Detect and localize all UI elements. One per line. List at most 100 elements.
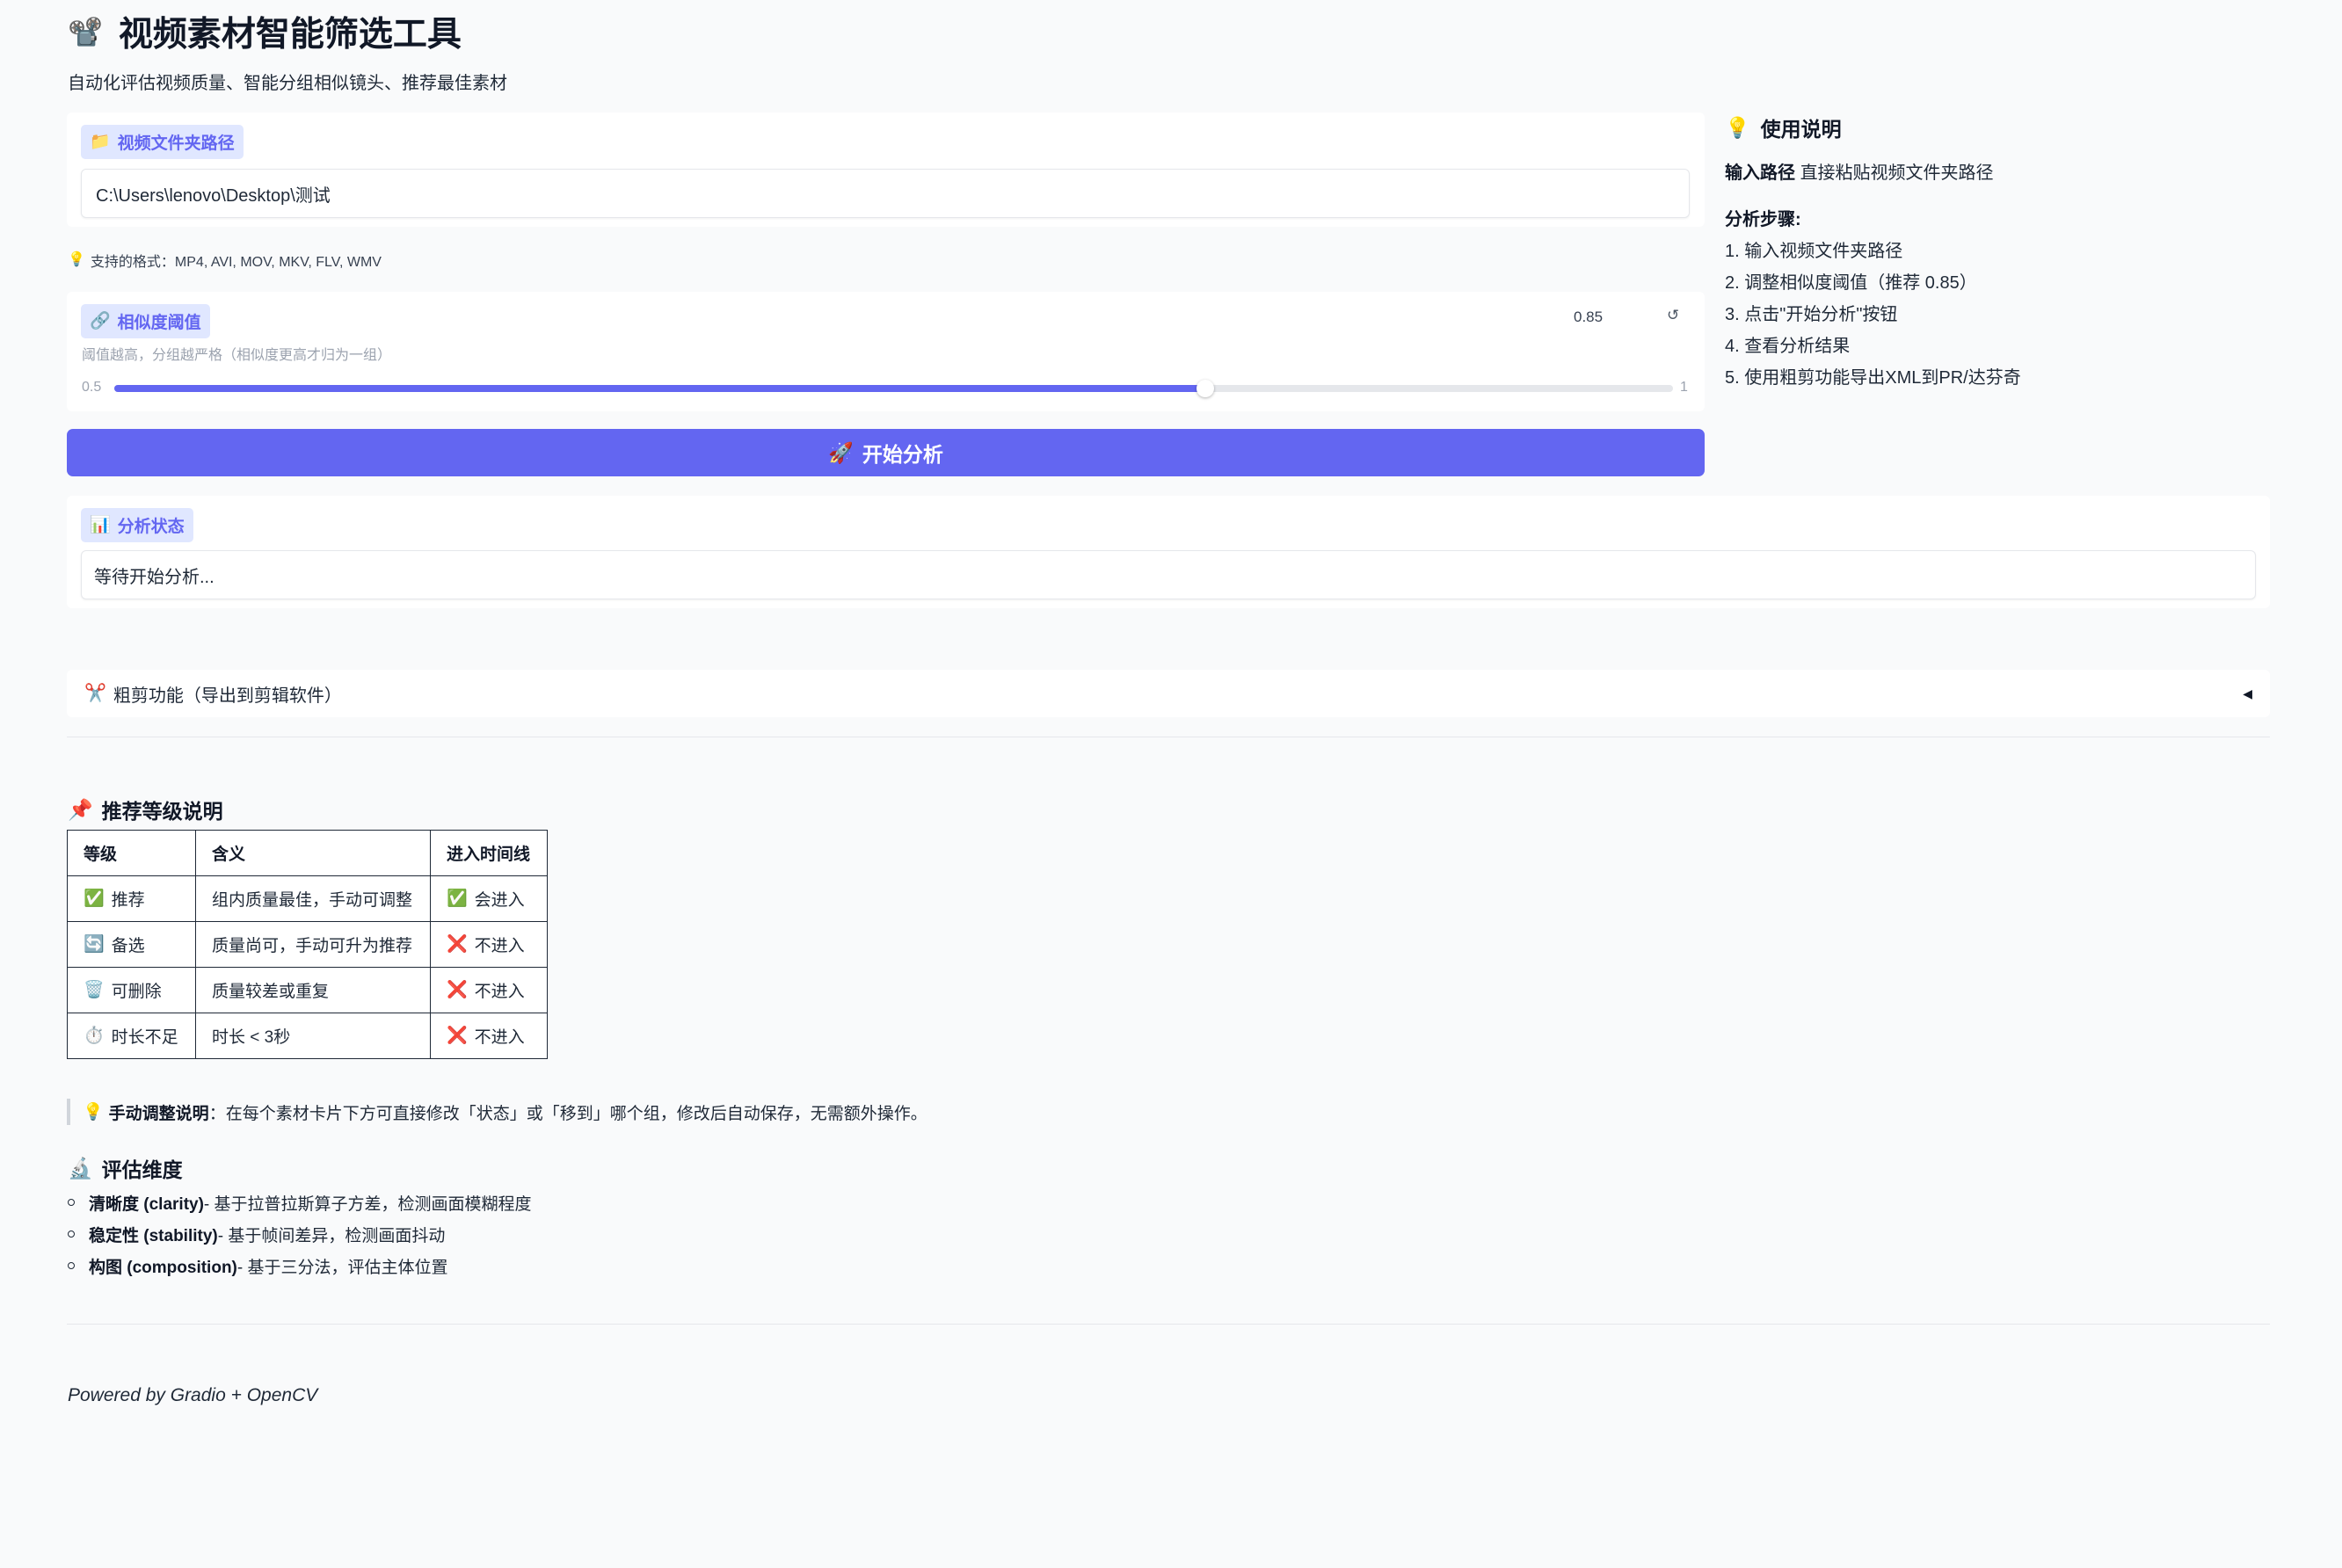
- footer-credit: Powered by Gradio + OpenCV: [68, 1385, 318, 1405]
- timeline-cell: ❌ 不进入: [430, 967, 548, 1013]
- column-header: 等级: [67, 830, 196, 876]
- grade-text: 时长不足: [111, 1028, 178, 1047]
- timeline-text: 不进入: [474, 983, 525, 1001]
- link-icon: 🔗: [90, 312, 111, 330]
- supported-formats-text: 支持的格式：MP4, AVI, MOV, MKV, FLV, WMV: [90, 255, 382, 270]
- timeline-text: 会进入: [474, 891, 525, 910]
- slider-thumb[interactable]: [1196, 380, 1215, 397]
- dimension-name: 稳定性 (stability): [89, 1226, 218, 1245]
- cross-mark-icon: ❌: [447, 981, 468, 999]
- usage-steps-title: 分析步骤:: [1725, 205, 1801, 230]
- meaning-cell: 质量较差或重复: [195, 967, 431, 1013]
- manual-adjust-note: 💡 手动调整说明：在每个素材卡片下方可直接修改「状态」或「移到」哪个组，修改后自…: [67, 1099, 927, 1125]
- list-item: 清晰度 (clarity) - 基于拉普拉斯算子方差，检测画面模糊程度: [68, 1187, 532, 1218]
- list-item: 稳定性 (stability) - 基于帧间差异，检测画面抖动: [68, 1218, 532, 1250]
- app-page: 📽️ 视频素材智能筛选工具 自动化评估视频质量、智能分组相似镜头、推荐最佳素材 …: [0, 0, 2342, 1568]
- supported-formats-hint: 💡 支持的格式：MP4, AVI, MOV, MKV, FLV, WMV: [68, 250, 382, 271]
- bullet: [68, 1199, 75, 1206]
- chevron-left-icon[interactable]: ◀: [2243, 686, 2252, 701]
- usage-title-text: 使用说明: [1760, 118, 1842, 141]
- pushpin-icon: 📌: [68, 797, 93, 821]
- rocket-icon: 🚀: [828, 440, 854, 464]
- similarity-slider[interactable]: [114, 380, 1673, 397]
- rough-cut-label: 粗剪功能（导出到剪辑软件）: [113, 686, 342, 706]
- slider-min-label: 0.5: [82, 380, 102, 395]
- bullet: [68, 1230, 75, 1238]
- similarity-value[interactable]: 0.85: [1574, 309, 1603, 326]
- bullet: [68, 1262, 75, 1269]
- slider-max-label: 1: [1680, 380, 1688, 395]
- dimensions-title: 🔬 评估维度: [68, 1153, 183, 1183]
- folder-path-label: 📁 视频文件夹路径: [81, 125, 244, 159]
- manual-note-text: ：在每个素材卡片下方可直接修改「状态」或「移到」哪个组，修改后自动保存，无需额外…: [208, 1104, 927, 1123]
- lightbulb-icon: 💡: [83, 1102, 104, 1122]
- timeline-text: 不进入: [474, 937, 525, 955]
- slider-fill: [114, 385, 1206, 392]
- dimension-desc: - 基于拉普拉斯算子方差，检测画面模糊程度: [203, 1194, 532, 1214]
- folder-icon: 📁: [90, 133, 111, 151]
- page-subtitle: 自动化评估视频质量、智能分组相似镜头、推荐最佳素材: [68, 74, 507, 93]
- table-row: ✅ 推荐 组内质量最佳，手动可调整 ✅ 会进入: [67, 875, 548, 922]
- divider: [67, 1324, 2270, 1325]
- check-mark-icon: ✅: [84, 889, 105, 908]
- folder-path-field[interactable]: [81, 169, 1690, 218]
- usage-step: 5. 使用粗剪功能导出XML到PR/达芬奇: [1725, 368, 2021, 388]
- grade-cell: ⏱️ 时长不足: [67, 1013, 196, 1059]
- cross-mark-icon: ❌: [447, 935, 468, 954]
- column-header: 进入时间线: [430, 830, 548, 876]
- similarity-info: 阈值越高，分组越严格（相似度更高才归为一组）: [82, 348, 392, 363]
- column-header: 含义: [195, 830, 431, 876]
- status-block: 📊 分析状态 等待开始分析...: [67, 496, 2270, 608]
- usage-title: 💡 使用说明: [1725, 113, 1842, 142]
- usage-step: 4. 查看分析结果: [1725, 337, 1851, 356]
- status-output: 等待开始分析...: [81, 550, 2256, 599]
- usage-step: 2. 调整相似度阈值（推荐 0.85）: [1725, 273, 1977, 293]
- usage-steps-title-text: 分析步骤:: [1725, 210, 1801, 229]
- status-label-text: 分析状态: [117, 518, 185, 536]
- grade-text: 备选: [111, 937, 145, 955]
- start-analysis-button[interactable]: 🚀 开始分析: [67, 429, 1705, 476]
- grade-text: 推荐: [111, 891, 145, 910]
- timeline-cell: ❌ 不进入: [430, 921, 548, 968]
- grades-title: 📌 推荐等级说明: [68, 795, 223, 824]
- status-label: 📊 分析状态: [81, 508, 193, 542]
- rough-cut-accordion[interactable]: ✂️ 粗剪功能（导出到剪辑软件） ◀: [67, 670, 2270, 717]
- dimension-name: 构图 (composition): [89, 1258, 237, 1277]
- grade-text: 可删除: [111, 983, 162, 1001]
- usage-input-path-bold: 输入路径: [1725, 163, 1795, 183]
- start-analysis-label: 开始分析: [862, 443, 943, 466]
- grade-cell: 🔄 备选: [67, 921, 196, 968]
- reset-icon[interactable]: ↺: [1667, 307, 1679, 324]
- page-header: 📽️ 视频素材智能筛选工具: [68, 7, 462, 56]
- lightbulb-icon: 💡: [68, 252, 85, 267]
- timeline-text: 不进入: [474, 1028, 525, 1047]
- list-item: 构图 (composition) - 基于三分法，评估主体位置: [68, 1250, 532, 1281]
- similarity-label-text: 相似度阈值: [117, 314, 201, 332]
- dimension-desc: - 基于三分法，评估主体位置: [236, 1258, 448, 1277]
- dimensions-title-text: 评估维度: [101, 1158, 183, 1181]
- microscope-icon: 🔬: [68, 1156, 93, 1180]
- dimension-desc: - 基于帧间差异，检测画面抖动: [217, 1226, 446, 1245]
- trash-icon: 🗑️: [84, 981, 105, 999]
- folder-path-block: 📁 视频文件夹路径: [67, 113, 1705, 227]
- table-row: 🔄 备选 质量尚可，手动可升为推荐 ❌ 不进入: [67, 921, 548, 968]
- meaning-cell: 质量尚可，手动可升为推荐: [195, 921, 431, 968]
- refresh-icon: 🔄: [84, 935, 105, 954]
- folder-path-input[interactable]: [94, 182, 1689, 205]
- usage-input-path: 输入路径 直接粘贴视频文件夹路径: [1725, 158, 1994, 184]
- film-projector-icon: 📽️: [68, 16, 103, 47]
- dimensions-list: 清晰度 (clarity) - 基于拉普拉斯算子方差，检测画面模糊程度 稳定性 …: [68, 1187, 532, 1281]
- usage-step: 3. 点击"开始分析"按钮: [1725, 305, 1898, 324]
- usage-step: 1. 输入视频文件夹路径: [1725, 242, 1903, 261]
- grade-cell: ✅ 推荐: [67, 875, 196, 922]
- table-row: ⏱️ 时长不足 时长 < 3秒 ❌ 不进入: [67, 1013, 548, 1059]
- manual-note-bold: 手动调整说明: [108, 1104, 209, 1123]
- check-mark-icon: ✅: [447, 889, 468, 908]
- similarity-label: 🔗 相似度阈值: [81, 304, 210, 338]
- table-row: 🗑️ 可删除 质量较差或重复 ❌ 不进入: [67, 967, 548, 1013]
- bar-chart-icon: 📊: [90, 516, 111, 534]
- cross-mark-icon: ❌: [447, 1027, 468, 1045]
- status-text: 等待开始分析...: [94, 567, 215, 587]
- lightbulb-icon: 💡: [1725, 115, 1750, 139]
- timeline-cell: ✅ 会进入: [430, 875, 548, 922]
